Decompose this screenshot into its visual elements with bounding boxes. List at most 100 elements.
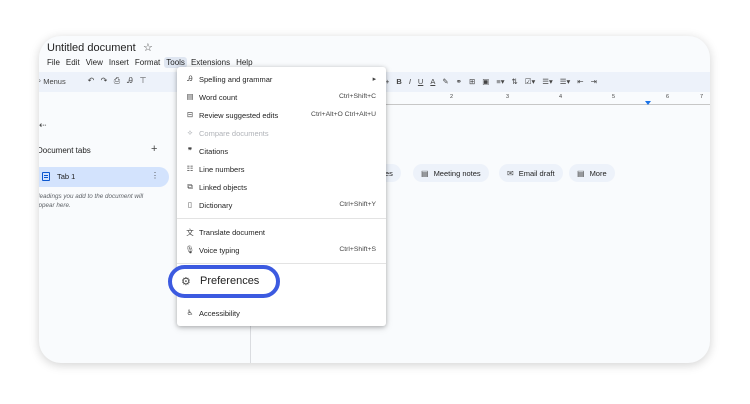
menu-divider [177,263,386,264]
menu-item-shortcut: Ctrl+Shift+S [339,246,376,253]
menu-item-label: Dictionary [199,201,233,210]
email-icon: ✉ [507,168,514,178]
translate-icon: 文 [186,228,194,237]
star-icon[interactable]: ☆ [143,41,153,54]
menu-insert[interactable]: Insert [109,57,129,68]
document-title[interactable]: Untitled document [47,42,136,54]
menu-item-label: Spelling and grammar [199,75,273,84]
highlight-icon[interactable]: ✎ [442,77,448,86]
menu-item-word-count[interactable]: ▤ Word count Ctrl+Shift+C [177,89,386,105]
redo-icon[interactable]: ↷ [99,76,109,85]
ruler-number: 4 [559,94,563,100]
compare-icon: ⟡ [187,128,193,137]
menu-view[interactable]: View [86,57,103,68]
indent-increase-icon[interactable]: ⇥ [591,77,597,86]
text-color-button[interactable]: A [430,77,435,86]
document-tabs-heading: Document tabs [39,146,91,155]
menu-item-translate[interactable]: 文 Translate document [177,224,386,240]
chip-meeting-notes[interactable]: ▤ Meeting notes [413,164,489,182]
line-numbers-icon: ☷ [186,164,194,173]
underline-button[interactable]: U [418,77,423,86]
paint-format-icon[interactable]: ⊤ [138,76,148,85]
menu-item-dictionary[interactable]: ▯ Dictionary Ctrl+Shift+Y [177,197,386,213]
ruler-number: 6 [666,94,670,100]
menu-item-accessibility[interactable]: ♿︎ Accessibility [177,305,386,321]
linked-objects-icon: ⧉ [187,182,193,191]
menu-item-shortcut: Ctrl+Shift+Y [339,201,376,208]
toolbar-format-group: + B I U A ✎ ⚭ ⊞ ▣ ≡▾ ⇅ ☑▾ ☰▾ ☰▾ ⇤ ⇥ [385,77,597,86]
line-spacing-icon[interactable]: ⇅ [511,77,517,86]
search-menus-icon: ⌕ [39,76,42,85]
menu-item-voice-typing[interactable]: 🎙︎ Voice typing Ctrl+Shift+S [177,242,386,258]
menu-item-label: Compare documents [199,129,269,138]
ruler-number: 5 [612,94,616,100]
menu-item-shortcut: Ctrl+Alt+O Ctrl+Alt+U [311,111,376,118]
menus-button[interactable]: ⌕ Menus [39,76,66,86]
chip-email-draft[interactable]: ✉ Email draft [499,164,563,182]
image-icon[interactable]: ▣ [482,77,489,86]
bullet-list-icon[interactable]: ☰▾ [542,77,553,86]
accessibility-icon: ♿︎ [186,308,194,317]
comment-icon[interactable]: ⊞ [469,77,475,86]
microphone-icon: 🎙︎ [185,245,195,254]
docs-window: Untitled document ☆ File Edit View Inser… [39,36,710,363]
collapse-sidebar-icon[interactable]: ⇠ [39,120,47,131]
undo-icon[interactable]: ↶ [86,76,96,85]
menu-item-label: Linked objects [199,183,247,192]
menu-item-line-numbers[interactable]: ☷ Line numbers [177,161,386,177]
chip-label: Meeting notes [433,168,481,178]
menu-item-shortcut: Ctrl+Shift+C [338,93,376,100]
preferences-icon: ⚙ [181,276,191,288]
menu-item-preferences[interactable]: ⚙ Preferences [168,265,280,298]
more-vert-icon[interactable]: ⋮ [151,171,159,180]
link-icon[interactable]: ⚭ [456,77,462,86]
checklist-icon[interactable]: ☑▾ [525,77,536,86]
chip-label: More [589,168,607,178]
indent-marker[interactable] [645,101,651,105]
chip-label: Email draft [518,168,555,178]
word-count-icon: ▤ [186,92,194,101]
print-icon[interactable]: ⎙ [112,76,122,86]
menu-item-label: Translate document [199,228,266,237]
menu-item-spelling[interactable]: Ꭿ Spelling and grammar ▸ [177,71,386,87]
menu-file[interactable]: File [47,57,60,68]
menu-item-compare: ⟡ Compare documents [177,125,386,141]
bold-button[interactable]: B [396,77,401,86]
document-icon [42,172,50,181]
menu-item-label: Review suggested edits [199,111,279,120]
menu-item-label: Preferences [200,275,260,287]
ruler-number: 7 [700,94,704,100]
quote-icon: ❞ [187,146,193,155]
ruler-number: 2 [450,94,454,100]
menu-item-citations[interactable]: ❞ Citations [177,143,386,159]
review-edits-icon: ⊟ [186,110,194,119]
chip-more[interactable]: ▤ More [569,164,615,182]
menu-format[interactable]: Format [135,57,160,68]
menu-item-linked-objects[interactable]: ⧉ Linked objects [177,179,386,195]
spellcheck-icon[interactable]: Ꭿ [125,76,135,86]
ruler-number: 3 [506,94,510,100]
menus-label: Menus [43,76,66,86]
menu-divider [177,218,386,219]
ruler[interactable]: 2 3 4 5 6 7 [379,94,710,105]
numbered-list-icon[interactable]: ☰▾ [560,77,571,86]
more-icon: ▤ [577,168,585,178]
tab-label: Tab 1 [57,172,76,181]
menu-item-label: Line numbers [199,165,245,174]
indent-decrease-icon[interactable]: ⇤ [577,77,583,86]
menu-item-label: Citations [199,147,229,156]
add-tab-icon[interactable]: + [151,143,157,155]
dictionary-icon: ▯ [187,200,193,209]
tab-item[interactable]: Tab 1 ⋮ [39,167,169,187]
menu-edit[interactable]: Edit [66,57,80,68]
menu-item-label: Word count [199,93,238,102]
menu-item-label: Voice typing [199,246,240,255]
italic-button[interactable]: I [409,77,411,86]
document-icon: ▤ [421,168,429,178]
align-icon[interactable]: ≡▾ [496,77,504,86]
tools-menu: Ꭿ Spelling and grammar ▸ ▤ Word count Ct… [168,67,386,326]
chevron-right-icon: ▸ [372,76,376,83]
menu-item-review-edits[interactable]: ⊟ Review suggested edits Ctrl+Alt+O Ctrl… [177,107,386,123]
spellcheck-icon: Ꭿ [187,74,193,83]
menu-item-label: Accessibility [199,309,240,318]
